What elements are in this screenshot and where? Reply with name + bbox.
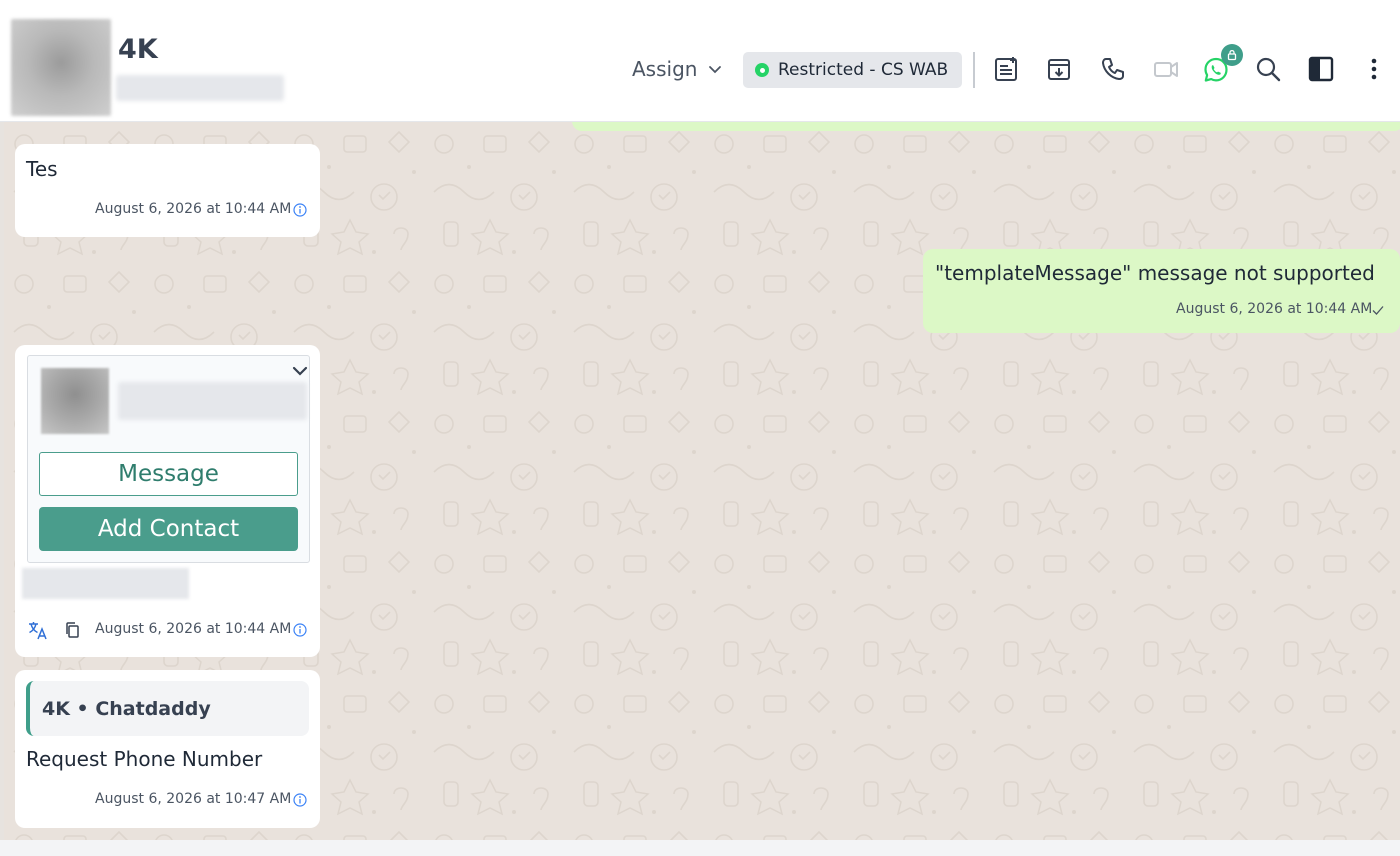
search-button[interactable]	[1253, 54, 1283, 84]
notes-button[interactable]	[991, 54, 1021, 84]
previous-outgoing-bubble	[572, 122, 1400, 131]
message-bubble-incoming[interactable]: 4K • Chatdaddy Request Phone Number Augu…	[15, 670, 320, 828]
whatsapp-dot-icon	[755, 63, 769, 77]
translate-icon[interactable]	[27, 619, 49, 641]
contact-subtitle-redacted	[116, 75, 284, 101]
message-bubble-outgoing[interactable]: "templateMessage" message not supported …	[923, 249, 1400, 333]
sent-check-icon	[1372, 306, 1384, 315]
shared-contact-name-redacted	[118, 382, 307, 420]
archive-button[interactable]	[1044, 54, 1074, 84]
message-timestamp: August 6, 2026 at 10:44 AM	[1176, 301, 1373, 317]
chevron-down-icon	[709, 66, 722, 74]
message-text: Tes	[26, 157, 58, 181]
channel-status-label: Restricted - CS WAB	[778, 60, 949, 80]
contact-detail-redacted	[22, 568, 189, 599]
search-icon	[1256, 57, 1281, 82]
sidebar-toggle-button[interactable]	[1306, 54, 1336, 84]
info-icon[interactable]	[293, 623, 307, 637]
more-vertical-icon	[1371, 58, 1377, 80]
phone-icon	[1102, 58, 1124, 80]
message-text: Request Phone Number	[26, 747, 263, 771]
message-timestamp: August 6, 2026 at 10:44 AM	[95, 201, 292, 217]
add-contact-button[interactable]: Add Contact	[39, 507, 298, 551]
contact-name[interactable]: 4K	[118, 34, 158, 65]
shared-contact-card: Message Add Contact	[27, 355, 310, 563]
message-bubble-contact-card[interactable]: Message Add Contact August 6, 2026 at 10…	[15, 345, 320, 657]
chat-area[interactable]: Tes August 6, 2026 at 10:44 AM "template…	[4, 122, 1400, 840]
chat-header: 4K Assign Restricted - CS WAB	[0, 0, 1400, 122]
more-options-button[interactable]	[1359, 54, 1389, 84]
lock-icon	[1227, 49, 1237, 61]
assign-label: Assign	[632, 57, 698, 81]
sidebar-toggle-icon	[1308, 56, 1334, 82]
copy-icon[interactable]	[64, 621, 80, 639]
notes-icon	[995, 57, 1017, 81]
video-call-button[interactable]	[1151, 54, 1181, 84]
message-timestamp: August 6, 2026 at 10:47 AM	[95, 791, 292, 807]
chevron-down-icon[interactable]	[289, 360, 311, 382]
message-text: "templateMessage" message not supported	[935, 261, 1375, 285]
video-icon	[1154, 62, 1178, 77]
assign-dropdown[interactable]: Assign	[632, 57, 723, 81]
message-bubble-incoming[interactable]: Tes August 6, 2026 at 10:44 AM	[15, 144, 320, 237]
shared-contact-avatar	[41, 368, 109, 434]
lock-badge	[1221, 44, 1243, 66]
info-icon[interactable]	[293, 203, 307, 217]
header-divider	[973, 52, 975, 88]
message-timestamp: August 6, 2026 at 10:44 AM	[95, 621, 292, 637]
message-contact-button[interactable]: Message	[39, 452, 298, 496]
archive-download-icon	[1048, 59, 1070, 80]
quoted-message[interactable]: 4K • Chatdaddy	[26, 681, 309, 736]
contact-avatar[interactable]	[11, 19, 111, 116]
channel-status-badge[interactable]: Restricted - CS WAB	[743, 52, 962, 88]
composer-bar[interactable]	[0, 840, 1400, 856]
call-button[interactable]	[1098, 54, 1128, 84]
info-icon[interactable]	[293, 793, 307, 807]
